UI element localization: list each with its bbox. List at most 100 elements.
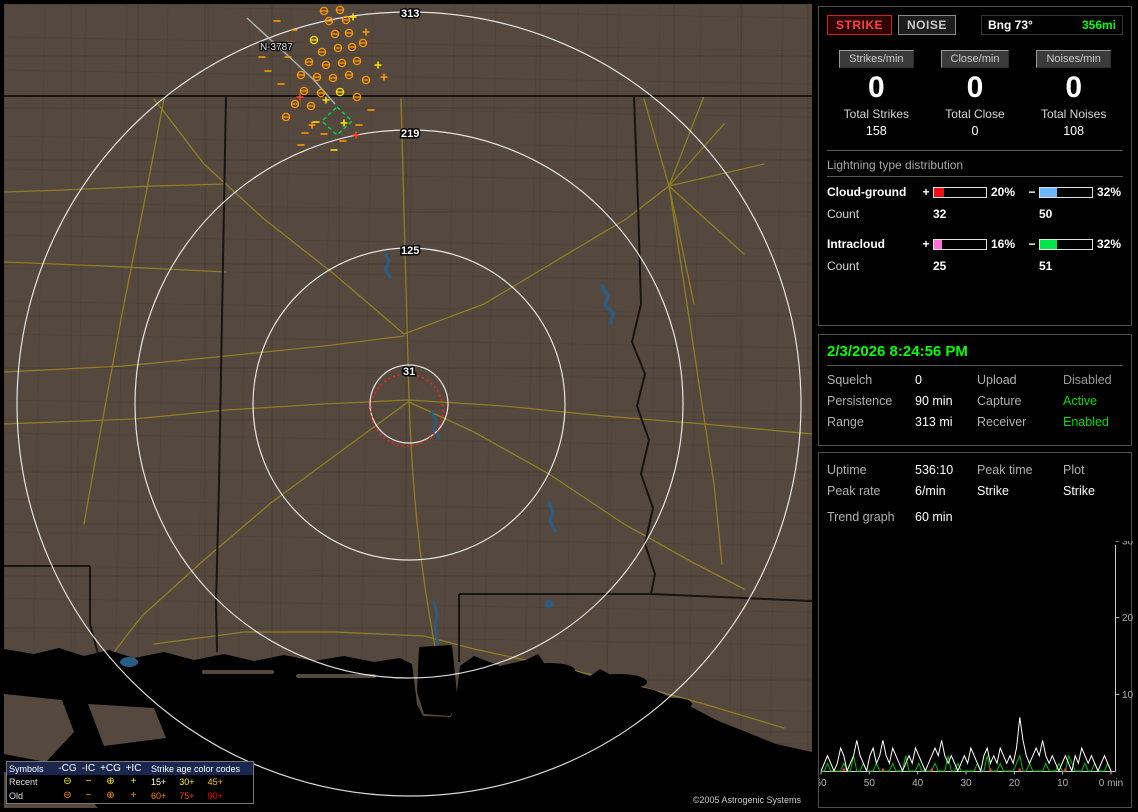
upload-label: Upload [977, 373, 1017, 387]
svg-text:20: 20 [1009, 778, 1021, 789]
noises-per-min-button[interactable]: Noises/min [1036, 50, 1111, 68]
noise-mode-button[interactable]: NOISE [898, 15, 956, 35]
noises-per-min-value: 0 [1065, 71, 1082, 104]
strike-mode-button[interactable]: STRIKE [827, 15, 893, 35]
total-close-value: 0 [971, 124, 979, 138]
trend-graph-canvas: 10 20 30 60 50 40 30 20 10 0 min [819, 541, 1133, 789]
svg-text:50: 50 [864, 778, 876, 789]
plot-label: Plot [1063, 463, 1085, 477]
age-90: 90+ [207, 791, 223, 801]
ic-negative-count: 51 [1039, 259, 1053, 273]
intracloud-label: Intracloud [827, 237, 886, 251]
age-15: 15+ [151, 777, 167, 787]
recent-cg-plus-icon: ⊕ [106, 776, 115, 787]
total-noises-label: Total Noises [1040, 107, 1107, 121]
svg-text:10: 10 [1122, 690, 1133, 701]
recent-ic-minus-icon: − [85, 776, 92, 787]
st-andrew-bay [660, 698, 692, 710]
strikes-per-min-value: 0 [867, 71, 885, 104]
uptime-label: Uptime [827, 463, 867, 477]
ic-positive-pct: 16% [991, 237, 1016, 251]
ring-label-31: 31 [403, 366, 415, 378]
total-strikes-value: 158 [865, 124, 887, 138]
cg-negative-count: 50 [1039, 207, 1053, 221]
close-per-min-column: Close/min 0 Total Close 0 [926, 49, 1025, 138]
age-45: 45+ [207, 777, 223, 787]
trend-graph-label: Trend graph [827, 510, 895, 524]
peak-rate-label: Peak rate [827, 484, 881, 498]
cg-positive-count: 32 [933, 207, 947, 221]
app-window: 313 219 125 31 N-3787 Symbols -CG -IC +C… [0, 0, 1138, 812]
ring-label-125: 125 [401, 245, 419, 257]
range-label: Range [827, 415, 864, 429]
legend-recent-label: Recent [9, 777, 38, 787]
noises-per-min-column: Noises/min 0 Total Noises 108 [1024, 49, 1123, 138]
old-cg-plus-icon: ⊕ [106, 790, 115, 801]
status-panel: STRIKE NOISE Bng 73° 356mi Strikes/min 0… [818, 4, 1133, 808]
cg-negative-bar [1039, 186, 1093, 198]
count-label: Count [827, 207, 860, 221]
peak-rate-value: 6/min [915, 484, 946, 498]
symbol-legend: Symbols -CG -IC +CG +IC Strike age color… [6, 761, 254, 804]
cloud-ground-label: Cloud-ground [827, 185, 907, 199]
trend-graph: 10 20 30 60 50 40 30 20 10 0 min [819, 541, 1133, 803]
close-per-min-button[interactable]: Close/min [940, 50, 1010, 68]
copyright-notice: ©2005 Astrogenic Systems [687, 794, 806, 806]
capture-label: Capture [977, 394, 1022, 408]
total-close-label: Total Close [945, 107, 1005, 121]
legend-col-nic: -IC [81, 762, 96, 774]
upload-status: Disabled [1063, 373, 1112, 387]
receiver-status: Enabled [1063, 415, 1109, 429]
cg-negative-pct: 32% [1097, 185, 1122, 199]
count-label: Count [827, 259, 860, 273]
ic-positive-bar [933, 238, 987, 250]
peak-time-label: Peak time [977, 463, 1033, 477]
strikes-per-min-column: Strikes/min 0 Total Strikes 158 [827, 49, 926, 138]
ring-label-219: 219 [401, 128, 419, 140]
svg-text:60: 60 [819, 778, 827, 789]
choctawhatchee-bay [591, 674, 647, 690]
cloud-ground-count-row: Count 32 50 [827, 203, 1123, 225]
minus-polarity-sign: − [1028, 185, 1036, 199]
legend-col-ncg: -CG [58, 762, 77, 774]
ic-positive-count: 25 [933, 259, 947, 273]
persistence-label: Persistence [827, 394, 893, 408]
barrier-island [202, 670, 274, 674]
receiver-label: Receiver [977, 415, 1027, 429]
svg-text:0 min: 0 min [1099, 778, 1123, 789]
distance-value: 356mi [1081, 18, 1116, 32]
svg-text:30: 30 [1122, 541, 1133, 548]
bearing-value: Bng 73° [988, 18, 1033, 32]
close-per-min-value: 0 [966, 71, 984, 104]
old-ic-plus-icon: + [130, 790, 137, 801]
intracloud-count-row: Count 25 51 [827, 255, 1123, 277]
bearing-distance-readout: Bng 73° 356mi [981, 15, 1123, 35]
legend-old-label: Old [9, 791, 24, 801]
legend-age-title: Strike age color codes [151, 763, 241, 774]
mobile-bay [417, 645, 458, 716]
strikes-per-min-button[interactable]: Strikes/min [839, 50, 914, 68]
legend-symbols-title: Symbols [9, 763, 44, 774]
trend-section: Uptime 536:10 Peak time Plot Peak rate 6… [818, 452, 1133, 808]
ring-label-313: 313 [401, 8, 419, 20]
plus-polarity-sign: + [922, 237, 930, 251]
svg-text:30: 30 [960, 778, 972, 789]
cg-positive-pct: 20% [991, 185, 1016, 199]
legend-col-pic: +IC [125, 762, 142, 774]
date-time-display: 2/3/2026 8:24:56 PM [827, 343, 968, 360]
total-noises-value: 108 [1063, 124, 1085, 138]
pensacola-bay [523, 663, 575, 677]
plus-polarity-sign: + [922, 185, 930, 199]
cg-positive-bar [933, 186, 987, 198]
distribution-title: Lightning type distribution [827, 158, 964, 172]
radar-map-panel[interactable]: 313 219 125 31 N-3787 Symbols -CG -IC +C… [4, 4, 812, 808]
svg-text:40: 40 [912, 778, 924, 789]
cloud-ground-row: Cloud-ground + 20% − 32% [827, 181, 1123, 203]
squelch-label: Squelch [827, 373, 873, 387]
svg-text:20: 20 [1122, 613, 1133, 624]
ic-negative-bar [1039, 238, 1093, 250]
map-canvas[interactable]: 313 219 125 31 N-3787 [4, 4, 812, 808]
plot-mode-value: Strike [1063, 484, 1095, 498]
old-cg-minus-icon: ⊖ [63, 790, 72, 801]
total-strikes-label: Total Strikes [843, 107, 909, 121]
